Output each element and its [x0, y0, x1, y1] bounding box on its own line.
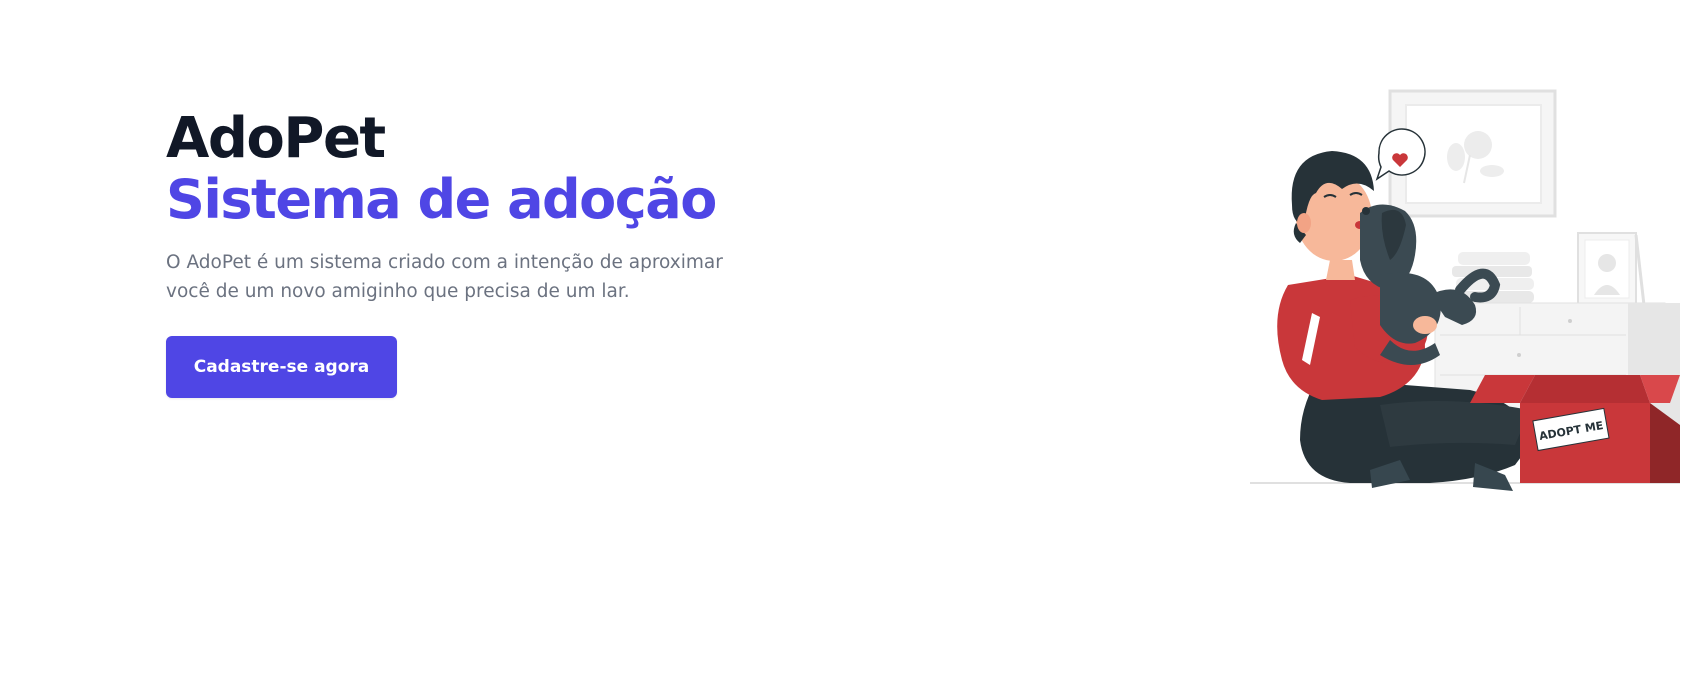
- signup-button[interactable]: Cadastre-se agora: [166, 336, 397, 398]
- landing-page: AdoPet Sistema de adoção O AdoPet é um s…: [0, 0, 1700, 700]
- brand-title: AdoPet: [166, 106, 386, 171]
- hero-illustration: ADOPT ME: [1230, 85, 1688, 505]
- hero-section: AdoPet Sistema de adoção O AdoPet é um s…: [166, 108, 726, 306]
- person-hugging-dog-illustration: ADOPT ME: [1250, 89, 1688, 491]
- hero-description: O AdoPet é um sistema criado com a inten…: [166, 252, 723, 302]
- hero-subtitle: Sistema de adoção: [166, 168, 717, 231]
- photo-frame-icon: [1577, 232, 1646, 306]
